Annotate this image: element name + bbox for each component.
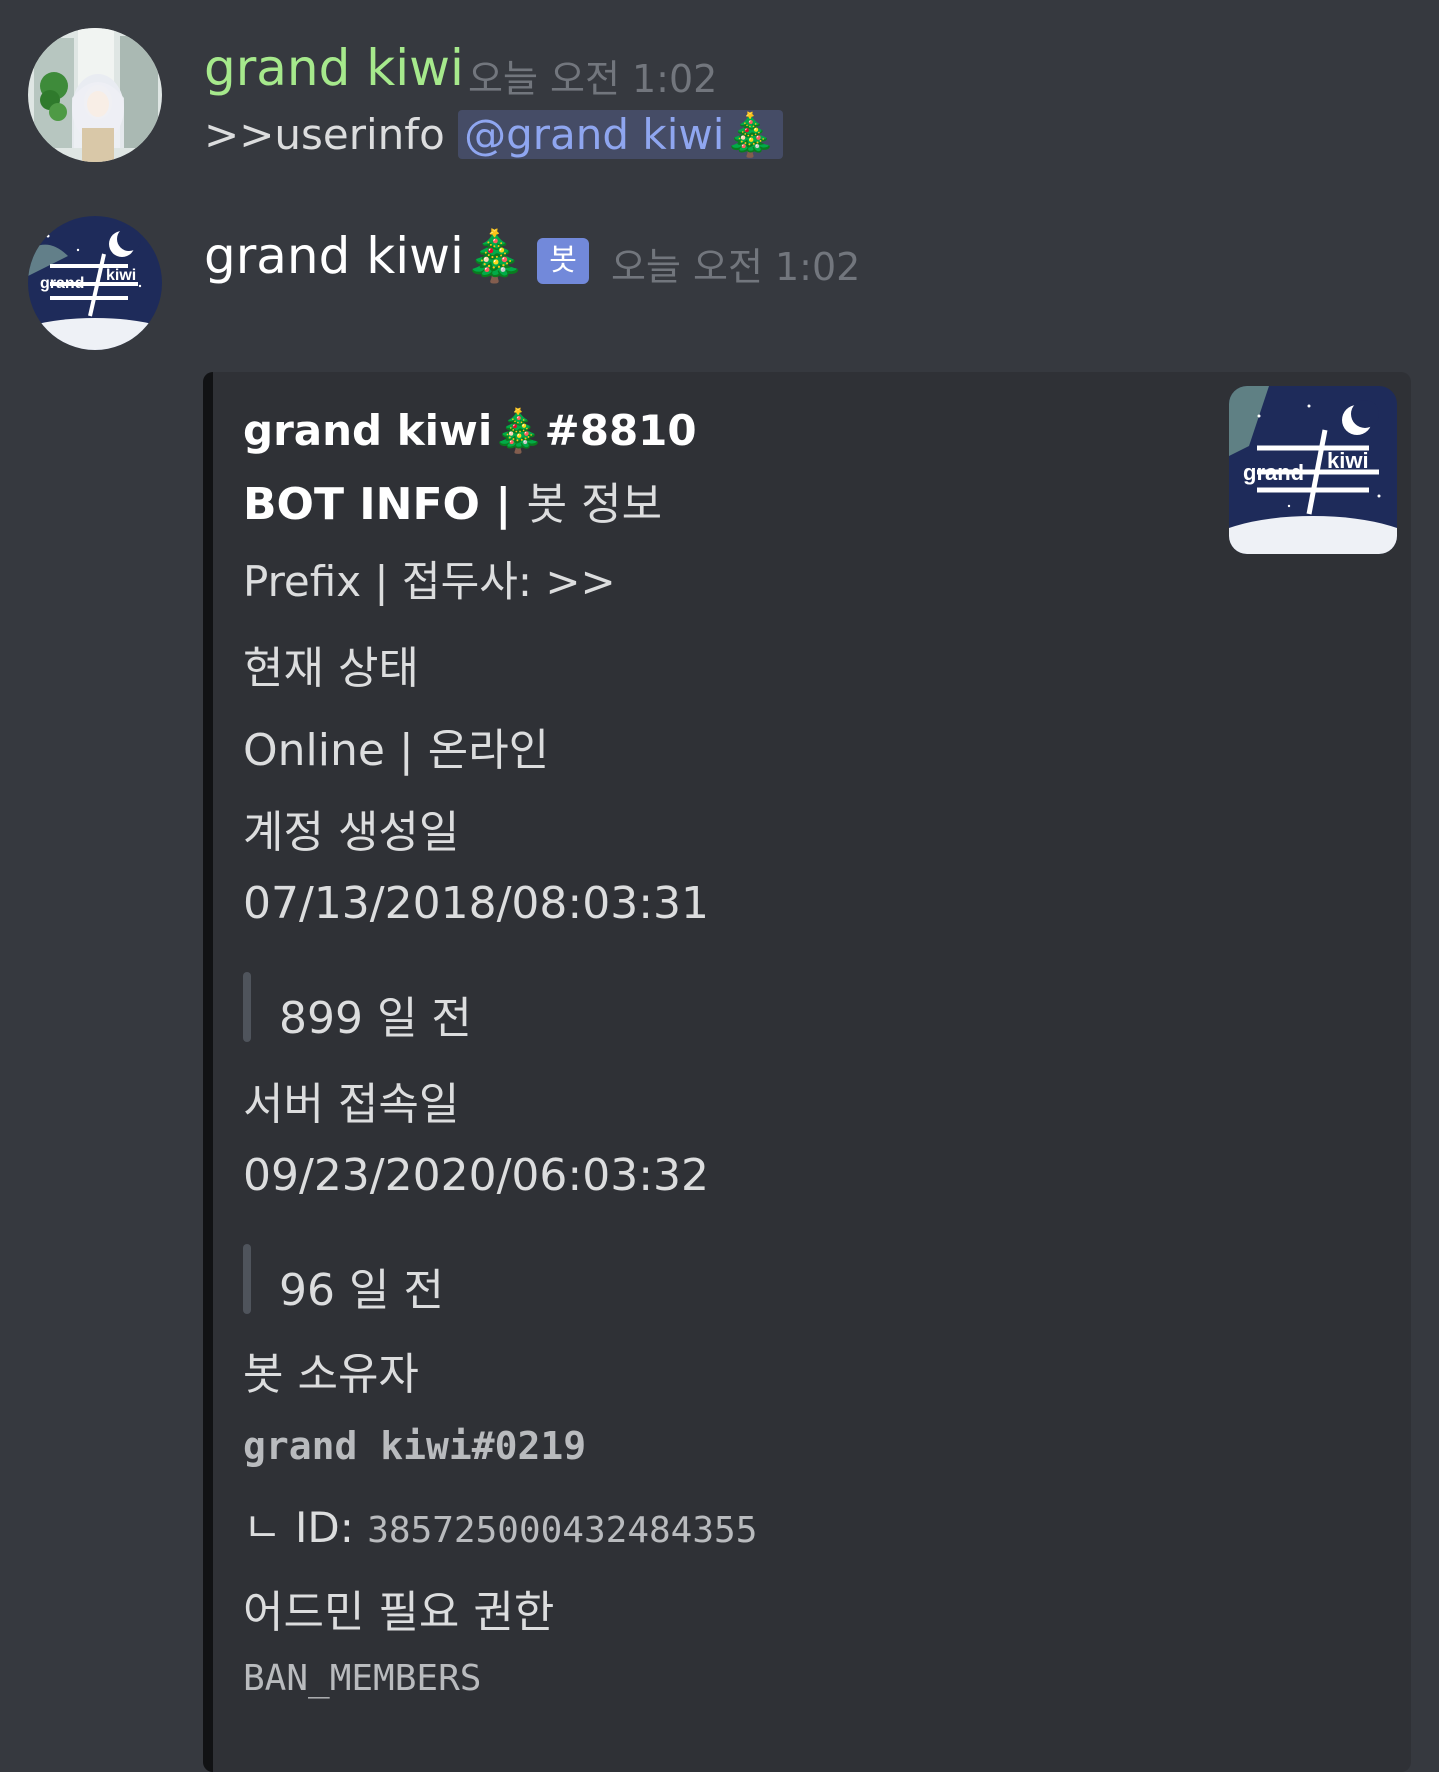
username[interactable]: grand kiwi bbox=[204, 38, 464, 98]
field-owner-value: grand kiwi#0219 bbox=[243, 1424, 587, 1468]
user-avatar[interactable] bbox=[28, 28, 162, 162]
prefix-line: Prefix | 접두사: >> bbox=[243, 557, 616, 606]
grand-kiwi-logo-icon: grand kiwi bbox=[28, 216, 162, 350]
field-created-label: 계정 생성일 bbox=[243, 807, 460, 858]
field-joined-ago: 96 일 전 bbox=[279, 1265, 444, 1316]
owner-id-value: 385725000432484355 bbox=[367, 1510, 758, 1551]
logo-text-grand: grand bbox=[40, 275, 84, 292]
message-content: >>userinfo @grand kiwi🎄 bbox=[204, 110, 783, 160]
field-admin-label: 어드민 필요 권한 bbox=[243, 1587, 555, 1638]
quote-bar bbox=[243, 1244, 251, 1314]
field-created-value: 07/13/2018/08:03:31 bbox=[243, 878, 710, 929]
logo-text-grand: grand bbox=[1243, 460, 1304, 485]
logo-text-kiwi: kiwi bbox=[1327, 448, 1369, 473]
embed-card: grand kiwi grand kiwi🎄#8810 BOT INFO | 봇… bbox=[203, 372, 1411, 1772]
field-joined-label: 서버 접속일 bbox=[243, 1079, 460, 1130]
anime-girl-avatar-icon bbox=[28, 28, 162, 162]
timestamp: 오늘 오전 1:02 bbox=[468, 57, 718, 101]
command-text: >>userinfo bbox=[204, 110, 459, 159]
field-created-ago: 899 일 전 bbox=[279, 993, 472, 1044]
logo-text-kiwi: kiwi bbox=[106, 267, 136, 284]
owner-id-prefix: ㄴ ID: bbox=[243, 1503, 368, 1552]
field-status-value: Online | 온라인 bbox=[243, 725, 550, 776]
bot-avatar[interactable]: grand kiwi bbox=[28, 216, 162, 350]
embed-author[interactable]: grand kiwi🎄#8810 bbox=[243, 406, 697, 456]
timestamp: 오늘 오전 1:02 bbox=[611, 245, 861, 289]
user-mention[interactable]: @grand kiwi🎄 bbox=[458, 110, 783, 159]
embed-title-rest: 봇 정보 bbox=[526, 479, 663, 530]
bot-tag: 봇 bbox=[537, 238, 589, 284]
quote-bar bbox=[243, 972, 251, 1042]
grand-kiwi-logo-icon: grand kiwi bbox=[1229, 386, 1397, 554]
field-owner-id: ㄴ ID: 385725000432484355 bbox=[243, 1494, 757, 1555]
embed-title: BOT INFO | 봇 정보 bbox=[243, 468, 662, 532]
embed-thumbnail[interactable]: grand kiwi bbox=[1229, 386, 1397, 554]
field-status-label: 현재 상태 bbox=[243, 643, 419, 694]
embed-title-bold: BOT INFO | bbox=[243, 479, 527, 530]
field-joined-value: 09/23/2020/06:03:32 bbox=[243, 1150, 710, 1201]
field-owner-label: 봇 소유자 bbox=[243, 1349, 419, 1400]
bot-username[interactable]: grand kiwi🎄 bbox=[204, 226, 526, 286]
field-admin-value: BAN_MEMBERS bbox=[243, 1658, 482, 1699]
embed-accent-bar bbox=[203, 372, 213, 1772]
